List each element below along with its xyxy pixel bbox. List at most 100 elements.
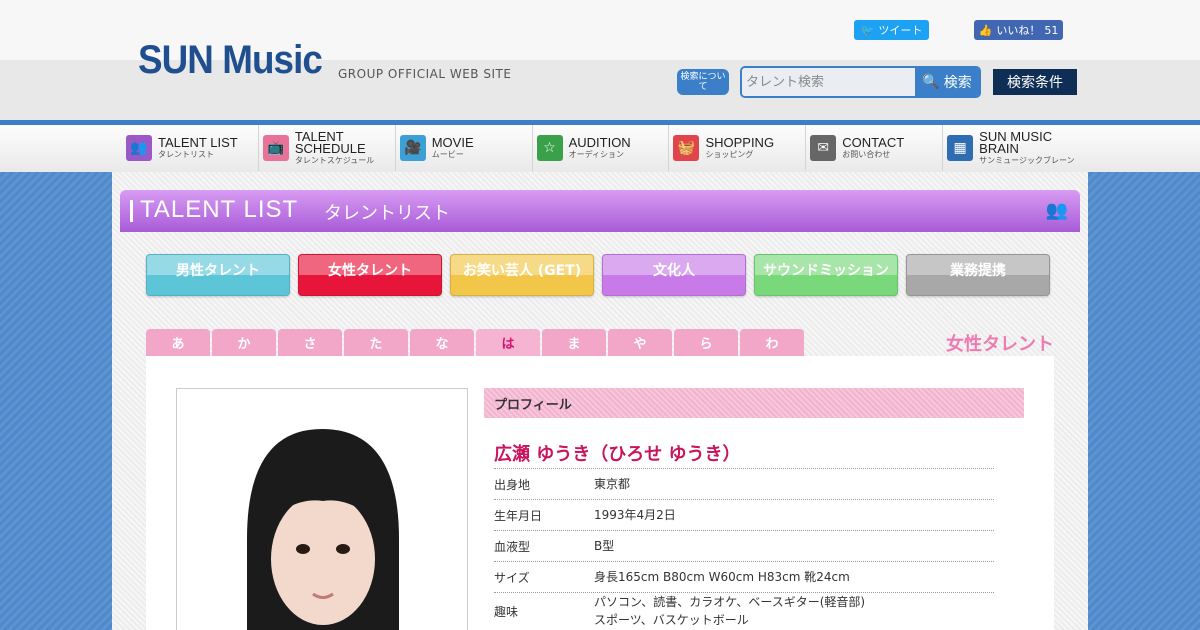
profile-key: サイズ xyxy=(494,570,530,585)
talent-name: 広瀬 ゆうき（ひろせ ゆうき） xyxy=(494,444,741,465)
search-box: 🔍 検索 xyxy=(740,66,981,98)
kana-tab[interactable]: わ xyxy=(740,329,804,356)
profile-row: 生年月日 1993年4月2日 xyxy=(494,499,994,530)
section-title: TALENT LIST xyxy=(140,196,299,223)
nav-item-text: TALENT SCHEDULE タレントスケジュール xyxy=(294,128,395,166)
category-button[interactable]: お笑い芸人 (GET) xyxy=(450,254,594,296)
nav-item-label: CONTACT xyxy=(842,134,905,150)
nav-item-text: AUDITION オーディション xyxy=(568,134,631,160)
nav-items: 👥 TALENT LIST タレントリスト 📺 TALENT SCHEDULE タレントス… xyxy=(122,125,1080,171)
current-category-label: 女性タレント xyxy=(946,334,1054,355)
nav-item-label: AUDITION xyxy=(568,134,631,150)
site-logo[interactable]: SUN Music xyxy=(138,38,323,83)
nav-item-text: TALENT LIST タレントリスト xyxy=(158,134,238,160)
category-button[interactable]: 業務提携 xyxy=(906,254,1050,296)
profile-key: 趣味 xyxy=(494,604,519,619)
category-button[interactable]: 文化人 xyxy=(602,254,746,296)
profile-value: B型 xyxy=(594,539,615,553)
nav-item-label: TALENT SCHEDULE xyxy=(294,128,366,156)
kana-tab[interactable]: か xyxy=(212,329,276,356)
section-marker xyxy=(130,200,133,222)
kana-tab[interactable]: ら xyxy=(674,329,738,356)
nav-item-contact[interactable]: ✉ CONTACT お問い合わせ xyxy=(806,125,944,171)
nav-item-shopping[interactable]: 🧺 SHOPPING ショッピング xyxy=(669,125,807,171)
category-label: 業務提携 xyxy=(950,263,1006,279)
profile-content: プロフィール 広瀬 ゆうき（ひろせ ゆうき） 出身地 東京都生年月日 1993年4月… xyxy=(146,356,1054,630)
thumbs-up-icon: 👍 xyxy=(978,23,993,37)
basket-icon: 🧺 xyxy=(673,135,700,161)
nav-item-label: MOVIE xyxy=(431,134,474,150)
site-tagline: GROUP OFFICIAL WEB SITE xyxy=(338,67,512,81)
talent-portrait-image xyxy=(177,389,467,630)
nav-item-sun-music-brain[interactable]: ▦ SUN MUSIC BRAIN サンミュージックブレーン xyxy=(943,125,1080,171)
nav-item-label: SUN MUSIC BRAIN xyxy=(979,128,1053,156)
nav-item-talent-schedule[interactable]: 📺 TALENT SCHEDULE タレントスケジュール xyxy=(259,125,396,171)
people-icon: 👥 xyxy=(126,135,152,161)
talent-search-input[interactable] xyxy=(742,68,917,96)
nav-item-sublabel: タレントリスト xyxy=(158,149,214,159)
camera-icon: 🎥 xyxy=(399,135,426,161)
kana-tab[interactable]: な xyxy=(410,329,474,356)
kana-tabs: あかさたなはまやらわ xyxy=(146,329,804,356)
nav-item-sublabel: ムービー xyxy=(431,149,464,159)
nav-item-text: CONTACT お問い合わせ xyxy=(842,134,905,160)
nav-item-audition[interactable]: ☆ AUDITION オーディション xyxy=(533,125,670,171)
category-label: サウンドミッション xyxy=(763,263,889,279)
tv-icon: 📺 xyxy=(262,135,289,161)
category-buttons: 男性タレント 女性タレント お笑い芸人 (GET) 文化人 サウンドミッション 業務提携 xyxy=(146,254,1050,296)
main-nav: 👥 TALENT LIST タレントリスト 📺 TALENT SCHEDULE タレントス… xyxy=(0,120,1200,172)
profile-value: 身長165cm B80cm W60cm H83cm 靴24cm xyxy=(594,570,850,584)
nav-item-text: SHOPPING ショッピング xyxy=(705,134,775,160)
profile-value: パソコン、読書、カラオケ、ベースギター(軽音部) スポーツ、バスケットボール xyxy=(594,595,866,627)
category-button[interactable]: 男性タレント xyxy=(146,254,290,296)
profile-key: 血液型 xyxy=(494,539,531,554)
tweet-button[interactable]: 🐦 ツイート xyxy=(854,20,929,40)
about-search-button[interactable]: 検索について xyxy=(677,69,729,95)
kana-tab[interactable]: ま xyxy=(542,329,606,356)
search-button-label: 検索 xyxy=(943,75,972,91)
talent-photo xyxy=(176,388,468,630)
category-label: 男性タレント xyxy=(176,263,260,279)
profile-heading: プロフィール xyxy=(484,388,1024,418)
like-label: いいね！ xyxy=(996,24,1041,37)
profile-key: 生年月日 xyxy=(494,508,543,523)
like-count: 51 xyxy=(1044,23,1059,37)
star-icon: ☆ xyxy=(536,135,563,161)
mail-icon: ✉ xyxy=(810,135,837,161)
profile-table: 出身地 東京都生年月日 1993年4月2日血液型 B型サイズ 身長165cm B80cm… xyxy=(494,468,994,629)
profile-value: 1993年4月2日 xyxy=(594,508,676,522)
profile-row: 血液型 B型 xyxy=(494,530,994,561)
nav-item-text: MOVIE ムービー xyxy=(431,134,474,160)
kana-tab[interactable]: さ xyxy=(278,329,342,356)
nav-item-sublabel: ショッピング xyxy=(705,149,754,159)
kana-tab[interactable]: あ xyxy=(146,329,210,356)
kana-tab[interactable]: た xyxy=(344,329,408,356)
kana-tab[interactable]: は xyxy=(476,329,540,356)
search-icon: 🔍 xyxy=(922,74,940,90)
profile-row: 出身地 東京都 xyxy=(494,468,994,499)
section-header: TALENT LIST タレントリスト 👥 xyxy=(120,190,1080,232)
category-label: 文化人 xyxy=(653,263,695,279)
nav-item-text: SUN MUSIC BRAIN サンミュージックブレーン xyxy=(979,128,1080,166)
facebook-like-button[interactable]: 👍 いいね！ 51 xyxy=(974,20,1063,40)
main-panel: TALENT LIST タレントリスト 👥 男性タレント 女性タレント お笑い芸人 … xyxy=(112,172,1088,630)
nav-item-label: TALENT LIST xyxy=(158,134,238,150)
search-button[interactable]: 🔍 検索 xyxy=(915,68,979,96)
profile-row: 趣味 パソコン、読書、カラオケ、ベースギター(軽音部) スポーツ、バスケットボール xyxy=(494,592,994,629)
nav-item-sublabel: お問い合わせ xyxy=(842,149,891,159)
category-button[interactable]: サウンドミッション xyxy=(754,254,898,296)
background-left xyxy=(0,170,112,630)
category-label: お笑い芸人 (GET) xyxy=(462,263,582,279)
building-icon: ▦ xyxy=(947,135,974,161)
nav-item-talent-list[interactable]: 👥 TALENT LIST タレントリスト xyxy=(122,125,259,171)
nav-item-sublabel: オーディション xyxy=(568,149,625,159)
search-conditions-button[interactable]: 検索条件 xyxy=(993,69,1077,95)
profile-value: 東京都 xyxy=(594,477,631,491)
kana-tab[interactable]: や xyxy=(608,329,672,356)
site-header: SUN Music GROUP OFFICIAL WEB SITE 🐦 ツイート… xyxy=(0,0,1200,120)
category-button[interactable]: 女性タレント xyxy=(298,254,442,296)
profile-row: サイズ 身長165cm B80cm W60cm H83cm 靴24cm xyxy=(494,561,994,592)
profile-key: 出身地 xyxy=(494,477,531,492)
nav-item-movie[interactable]: 🎥 MOVIE ムービー xyxy=(396,125,533,171)
nav-item-label: SHOPPING xyxy=(705,134,775,150)
